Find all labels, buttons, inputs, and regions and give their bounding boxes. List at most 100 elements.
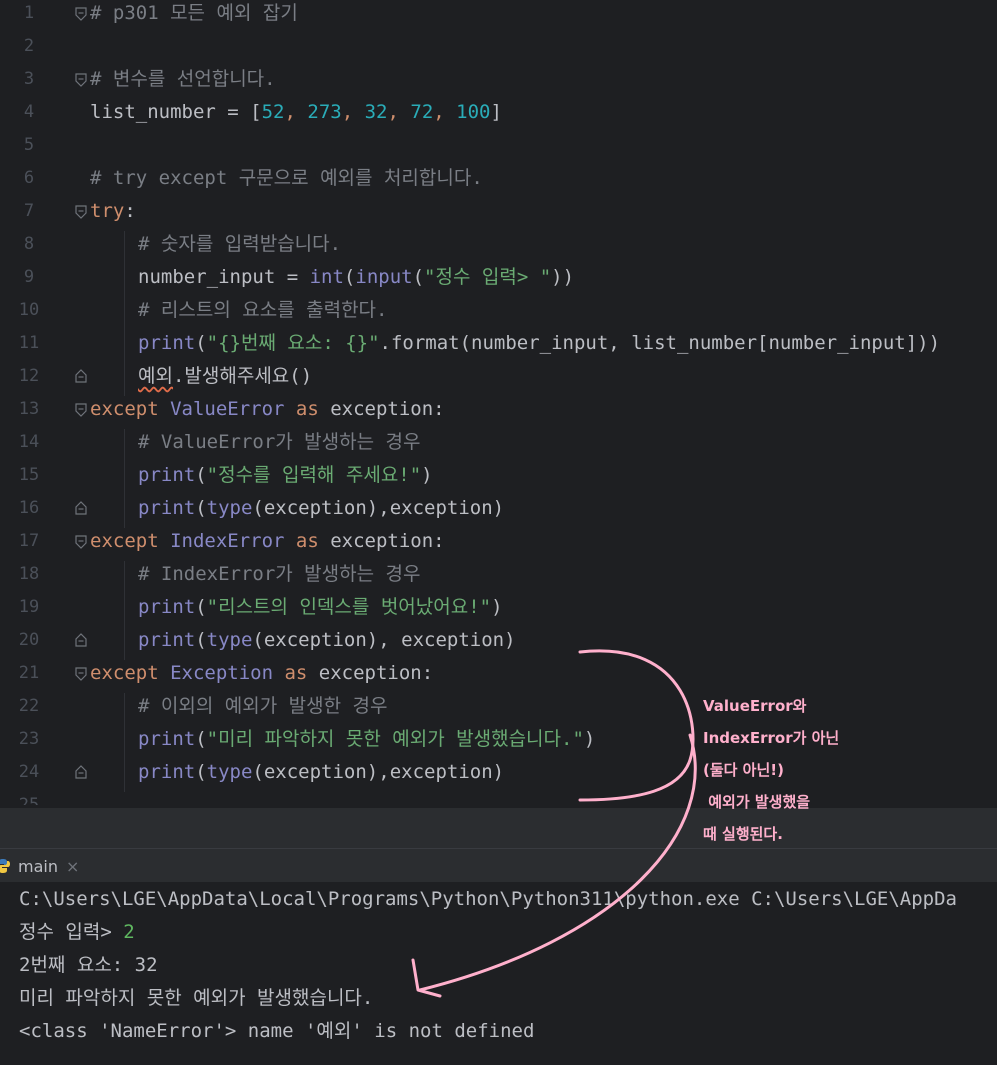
code-line[interactable]: # 이외의 예외가 발생한 경우: [138, 690, 387, 723]
string-literal: "정수를 입력해 주세요!": [206, 464, 422, 486]
line-number[interactable]: 11: [0, 327, 58, 360]
keyword: as: [284, 398, 331, 420]
builtin: print: [138, 596, 196, 618]
line-number[interactable]: 20: [0, 624, 58, 657]
line-number[interactable]: 14: [0, 426, 58, 459]
fold-icon[interactable]: [75, 7, 87, 21]
string-literal: "리스트의 인덱스를 벗어났어요!": [206, 596, 492, 618]
line-number[interactable]: 3: [0, 63, 58, 96]
code-text: ): [491, 596, 503, 618]
code-text: (exception), exception): [252, 629, 516, 651]
indent-guide: [124, 693, 125, 792]
line-number[interactable]: 4: [0, 96, 58, 129]
line-number[interactable]: 22: [0, 690, 58, 723]
line-number[interactable]: 24: [0, 756, 58, 789]
number-literal: 32: [364, 101, 388, 123]
panel-separator[interactable]: [0, 808, 997, 848]
fold-icon[interactable]: [75, 73, 87, 87]
code-line[interactable]: print(type(exception), exception): [138, 624, 516, 657]
run-tab-label: main: [18, 856, 58, 876]
run-tool-window-header: main ×: [0, 848, 997, 883]
close-icon[interactable]: ×: [66, 857, 79, 876]
code-line[interactable]: # IndexError가 발생하는 경우: [138, 558, 421, 591]
line-number[interactable]: 23: [0, 723, 58, 756]
code-line[interactable]: except Exception as exception:: [90, 657, 433, 690]
number-literal: 100: [456, 101, 491, 123]
line-number[interactable]: 21: [0, 657, 58, 690]
code-line[interactable]: except ValueError as exception:: [90, 393, 445, 426]
number-literal: 273: [307, 101, 342, 123]
code-line[interactable]: # 리스트의 요소를 출력한다.: [138, 294, 387, 327]
string-literal: "{}번째 요소: {}": [206, 332, 380, 354]
code-line[interactable]: number_input = int(input("정수 입력> ")): [138, 261, 574, 294]
string-literal: "정수 입력> ": [424, 266, 552, 288]
line-number[interactable]: 12: [0, 360, 58, 393]
code-line[interactable]: print("미리 파악하지 못한 예외가 발생했습니다."): [138, 723, 595, 756]
code-line[interactable]: # p301 모든 예외 잡기: [90, 0, 298, 30]
code-line[interactable]: try:: [90, 195, 136, 228]
console-line: 미리 파악하지 못한 예외가 발생했습니다.: [19, 987, 374, 1009]
console-line: <class 'NameError'> name '예외' is not def…: [19, 1020, 535, 1042]
string-literal: "미리 파악하지 못한 예외가 발생했습니다.": [206, 728, 584, 750]
fold-icon[interactable]: [75, 205, 87, 219]
number-literal: 52: [261, 101, 285, 123]
line-number[interactable]: 18: [0, 558, 58, 591]
line-number[interactable]: 1: [0, 0, 58, 30]
fold-icon[interactable]: [75, 535, 87, 549]
run-console[interactable]: C:\Users\LGE\AppData\Local\Programs\Pyth…: [0, 882, 997, 1065]
python-icon: [0, 859, 10, 873]
code-line[interactable]: # 숫자를 입력받습니다.: [138, 228, 341, 261]
builtin: type: [206, 629, 253, 651]
code-text: exception:: [330, 398, 445, 420]
builtin: print: [138, 761, 196, 783]
line-number[interactable]: 9: [0, 261, 58, 294]
code-text: (: [412, 266, 425, 288]
fold-icon[interactable]: [75, 403, 87, 417]
fold-end-icon[interactable]: [75, 501, 87, 515]
line-number[interactable]: 13: [0, 393, 58, 426]
code-line[interactable]: 예외.발생해주세요(): [138, 360, 312, 393]
line-number-partial: 25: [18, 795, 40, 805]
builtin: print: [138, 728, 196, 750]
code-text: exception:: [330, 530, 445, 552]
line-number[interactable]: 15: [0, 459, 58, 492]
run-tab-main[interactable]: main ×: [0, 849, 79, 883]
line-number[interactable]: 6: [0, 162, 58, 195]
fold-end-icon[interactable]: [75, 369, 87, 383]
code-text: exception:: [318, 662, 434, 684]
fold-end-icon[interactable]: [75, 765, 87, 779]
code-line[interactable]: except IndexError as exception:: [90, 525, 445, 558]
line-number[interactable]: 5: [0, 129, 58, 162]
code-text: (: [195, 332, 207, 354]
line-number[interactable]: 10: [0, 294, 58, 327]
code-line[interactable]: print(type(exception),exception): [138, 492, 504, 525]
code-text: ,: [341, 101, 365, 123]
keyword: try: [90, 200, 125, 222]
line-number[interactable]: 2: [0, 30, 58, 63]
line-number[interactable]: 16: [0, 492, 58, 525]
code-line[interactable]: # try except 구문으로 예외를 처리합니다.: [90, 162, 483, 195]
keyword: as: [284, 530, 331, 552]
code-text: ): [583, 728, 596, 750]
annotation-note: ValueError와 IndexError가 아닌 (둘다 아닌!) 예외가 …: [703, 697, 840, 843]
code-line[interactable]: # ValueError가 발생하는 경우: [138, 426, 421, 459]
code-editor[interactable]: 1 2 3 4 5 6 7 8 9 10 11 12 13 14 15 16 1…: [0, 0, 997, 808]
code-line[interactable]: list_number = [52, 273, 32, 72, 100]: [90, 96, 502, 129]
code-line[interactable]: print("리스트의 인덱스를 벗어났어요!"): [138, 591, 503, 624]
line-number[interactable]: 8: [0, 228, 58, 261]
line-number[interactable]: 19: [0, 591, 58, 624]
code-line[interactable]: # 변수를 선언합니다.: [90, 63, 276, 96]
code-line[interactable]: print("정수를 입력해 주세요!"): [138, 459, 433, 492]
indent-guide: [124, 561, 125, 660]
indent-guide: [124, 429, 125, 528]
line-number[interactable]: 17: [0, 525, 58, 558]
code-line[interactable]: print("{}번째 요소: {}".format(number_input,…: [138, 327, 940, 360]
builtin: input: [355, 266, 413, 288]
code-text: number_input =: [138, 266, 310, 288]
code-text: (: [195, 497, 207, 519]
fold-icon[interactable]: [75, 667, 87, 681]
code-line[interactable]: print(type(exception),exception): [138, 756, 504, 789]
code-text: (: [343, 266, 356, 288]
fold-end-icon[interactable]: [75, 633, 87, 647]
line-number[interactable]: 7: [0, 195, 58, 228]
